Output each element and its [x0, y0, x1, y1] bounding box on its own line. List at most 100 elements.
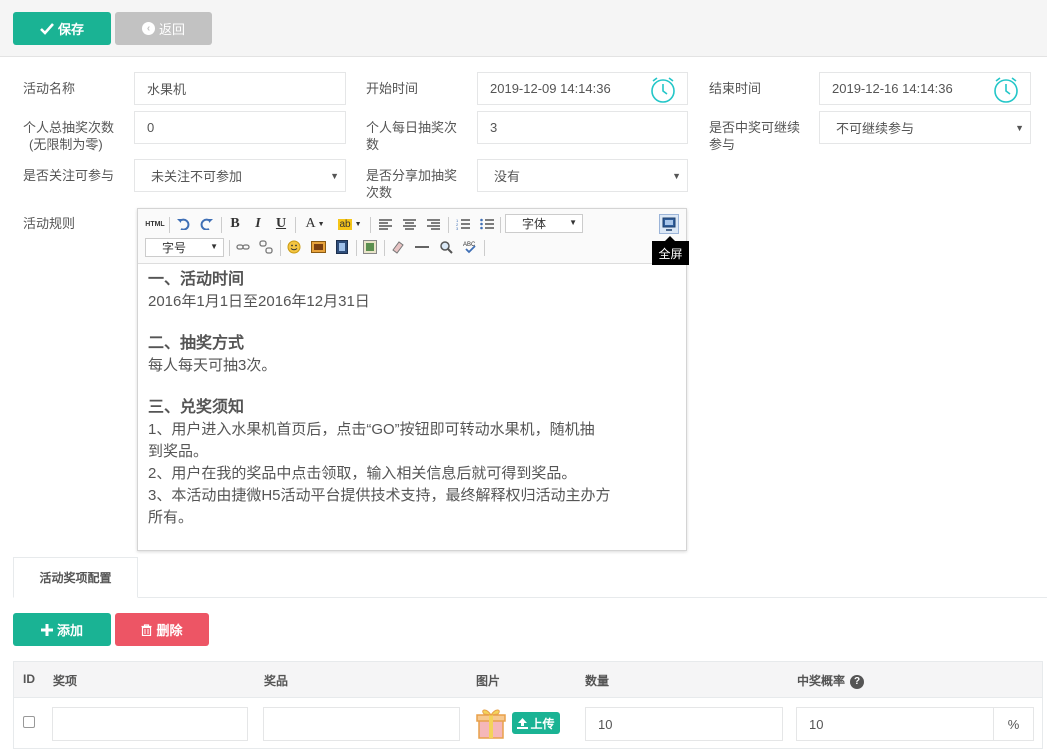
- search-replace-icon[interactable]: [437, 238, 455, 256]
- start-time-input[interactable]: 2019-12-09 14:14:36: [477, 72, 688, 105]
- rules-heading-3: 三、兑奖须知: [148, 399, 245, 416]
- rules-label: 活动规则: [23, 216, 76, 231]
- end-time-value: 2019-12-16 14:14:36: [832, 81, 953, 96]
- share-bonus-label-line1: 是否分享加抽奖: [366, 168, 458, 183]
- continue-after-win-label-line1: 是否中奖可继续: [709, 120, 801, 135]
- header-probability: 中奖概率?: [797, 672, 865, 689]
- unlink-icon[interactable]: [257, 238, 275, 256]
- daily-draws-label: 个人每日抽奖次 数: [366, 119, 457, 153]
- horizontal-rule-icon[interactable]: [413, 238, 431, 256]
- check-icon: [40, 22, 54, 35]
- prize-table: ID 奖项 奖品 图片 数量 中奖概率? 上传 10 10 %: [13, 661, 1043, 749]
- font-color-icon[interactable]: A ▼: [301, 215, 329, 233]
- row-checkbox[interactable]: [23, 716, 35, 728]
- award-input[interactable]: [52, 707, 248, 741]
- html-source-button[interactable]: HTML: [144, 215, 166, 233]
- header-probability-label: 中奖概率: [797, 674, 846, 688]
- rules-paragraph-4: 2、用户在我的奖品中点击领取，输入相关信息后就可得到奖品。: [148, 465, 577, 482]
- caret-down-icon: ▼: [330, 171, 339, 181]
- fullscreen-tooltip: 全屏: [652, 241, 689, 265]
- ordered-list-icon[interactable]: 123: [454, 215, 472, 233]
- tab-bar: 活动奖项配置: [13, 557, 1047, 598]
- svg-text:3: 3: [456, 226, 459, 230]
- html-source-label: HTML: [145, 220, 165, 228]
- continue-after-win-select[interactable]: 不可继续参与 ▼: [819, 111, 1031, 144]
- clock-icon[interactable]: [649, 76, 677, 104]
- highlight-color-icon[interactable]: ab ▼: [334, 215, 366, 233]
- font-family-select[interactable]: 字体 ▼: [505, 214, 583, 233]
- picture-frame-icon[interactable]: [361, 238, 379, 256]
- header-quantity: 数量: [585, 674, 610, 688]
- follow-required-select[interactable]: 未关注不可参加 ▼: [134, 159, 346, 192]
- rules-heading-2: 二、抽奖方式: [148, 335, 245, 352]
- caret-down-icon: ▼: [569, 218, 577, 227]
- tab-prize-config[interactable]: 活动奖项配置: [13, 557, 138, 598]
- toolbar-separator: [384, 240, 385, 256]
- fullscreen-icon[interactable]: [659, 214, 679, 234]
- daily-draws-label-line1: 个人每日抽奖次: [366, 120, 458, 135]
- font-size-select[interactable]: 字号 ▼: [145, 238, 224, 257]
- toolbar-separator: [356, 240, 357, 256]
- toolbar-separator: [484, 240, 485, 256]
- unordered-list-icon[interactable]: [478, 215, 496, 233]
- video-icon[interactable]: [333, 238, 351, 256]
- activity-name-input[interactable]: 水果机: [134, 72, 346, 105]
- quantity-input[interactable]: 10: [585, 707, 783, 741]
- align-center-icon[interactable]: [400, 215, 418, 233]
- eraser-icon[interactable]: [389, 238, 407, 256]
- delete-prize-button[interactable]: 删除: [115, 613, 209, 646]
- back-button-label: 返回: [158, 22, 185, 37]
- underline-icon[interactable]: U: [272, 215, 290, 233]
- share-bonus-label: 是否分享加抽奖 次数: [366, 167, 457, 201]
- rules-paragraph-3b: 到奖品。: [148, 443, 209, 460]
- total-draws-label-line1: 个人总抽奖次数: [23, 120, 115, 135]
- probability-input[interactable]: 10: [796, 707, 994, 741]
- total-draws-value: 0: [147, 120, 155, 135]
- end-time-input[interactable]: 2019-12-16 14:14:36: [819, 72, 1031, 105]
- save-button[interactable]: 保存: [13, 12, 111, 45]
- back-button[interactable]: ‹ 返回: [115, 12, 212, 45]
- share-bonus-select[interactable]: 没有 ▼: [477, 159, 688, 192]
- emoticon-icon[interactable]: [285, 238, 303, 256]
- daily-draws-input[interactable]: 3: [477, 111, 688, 144]
- align-left-icon[interactable]: [376, 215, 394, 233]
- add-prize-label: 添加: [56, 623, 83, 638]
- header-id: ID: [23, 672, 35, 686]
- delete-prize-label: 删除: [156, 623, 183, 638]
- share-bonus-value: 没有: [494, 169, 521, 184]
- toolbar-separator: [370, 217, 371, 233]
- percent-addon: %: [994, 707, 1034, 741]
- total-draws-input[interactable]: 0: [134, 111, 346, 144]
- share-bonus-label-line2: 次数: [366, 185, 393, 200]
- header-prize: 奖品: [264, 674, 289, 688]
- continue-after-win-label-line2: 参与: [709, 137, 736, 152]
- undo-icon[interactable]: [174, 215, 192, 233]
- question-circle-icon[interactable]: ?: [850, 674, 865, 689]
- table-header: ID 奖项 奖品 图片 数量 中奖概率?: [14, 662, 1042, 698]
- prize-input[interactable]: [263, 707, 460, 741]
- italic-icon[interactable]: I: [249, 215, 267, 233]
- upload-button[interactable]: 上传: [512, 712, 560, 734]
- rich-text-editor: HTML B I U A ▼ ab ▼ 123 字体 ▼ 字号 ▼ ABC 一、…: [137, 208, 687, 551]
- gift-icon: [476, 709, 506, 739]
- image-icon[interactable]: [309, 238, 327, 256]
- upload-label: 上传: [530, 716, 555, 731]
- continue-after-win-label: 是否中奖可继续 参与: [709, 119, 800, 153]
- daily-draws-value: 3: [490, 120, 498, 135]
- add-prize-button[interactable]: 添加: [13, 613, 111, 646]
- spellcheck-icon[interactable]: ABC: [461, 238, 479, 256]
- align-right-icon[interactable]: [424, 215, 442, 233]
- editor-content[interactable]: 一、活动时间 2016年1月1日至2016年12月31日 二、抽奖方式 每人每天…: [148, 269, 678, 529]
- header-award: 奖项: [53, 674, 78, 688]
- total-draws-label: 个人总抽奖次数 (无限制为零): [23, 119, 114, 153]
- rules-heading-1: 一、活动时间: [148, 271, 245, 288]
- clock-icon[interactable]: [992, 76, 1020, 104]
- redo-icon[interactable]: [198, 215, 216, 233]
- toolbar-separator: [295, 217, 296, 233]
- toolbar-separator: [448, 217, 449, 233]
- rules-paragraph-5a: 3、本活动由捷微H5活动平台提供技术支持，最终解释权归活动主办方: [148, 487, 611, 504]
- bold-icon[interactable]: B: [226, 215, 244, 233]
- quantity-value: 10: [598, 716, 613, 732]
- upload-icon: [517, 717, 529, 729]
- link-icon[interactable]: [234, 238, 252, 256]
